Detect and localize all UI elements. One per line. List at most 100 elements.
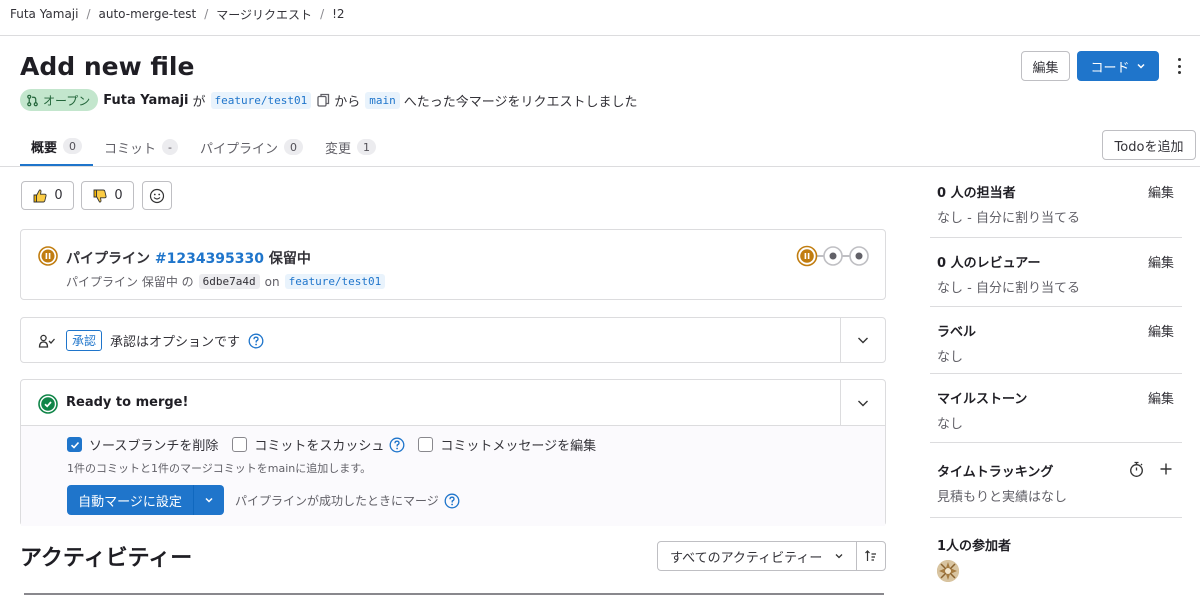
delete-source-branch-checkbox[interactable] bbox=[67, 437, 82, 452]
tab-overview[interactable]: 概要 0 bbox=[20, 128, 94, 166]
milestone-edit-link[interactable]: 編集 bbox=[1148, 388, 1174, 407]
sidebar-time-tracking: タイムトラッキング 見積もりと実績はなし bbox=[937, 461, 1182, 505]
source-branch[interactable]: feature/test01 bbox=[210, 91, 312, 109]
help-icon[interactable] bbox=[389, 437, 405, 453]
pipeline-label: パイプライン bbox=[66, 251, 150, 267]
activity-filter-label: すべてのアクティビティー bbox=[670, 550, 823, 566]
labels-title: ラベル bbox=[937, 325, 977, 340]
breadcrumb-separator: / bbox=[86, 7, 91, 21]
assign-yourself-link[interactable]: なし - 自分に割り当てる bbox=[937, 207, 1182, 226]
pipeline-branch[interactable]: feature/test01 bbox=[284, 274, 386, 289]
breadcrumb-separator: / bbox=[320, 7, 325, 21]
chevron-down-icon bbox=[858, 337, 868, 344]
stopwatch-icon[interactable] bbox=[1129, 461, 1144, 478]
sidebar-assignees: 0 人の担当者 編集 なし - 自分に割り当てる bbox=[937, 182, 1182, 226]
add-reaction-button[interactable] bbox=[142, 181, 172, 210]
pipeline-card: パイプライン #1234395330 保留中 パイプライン 保留中 の 6dbe… bbox=[20, 229, 886, 300]
sidebar-milestone: マイルストーン 編集 なし bbox=[937, 388, 1182, 432]
pipeline-stages[interactable] bbox=[796, 245, 872, 267]
merge-commit-note: 1件のコミットと1件のマージコミットをmainに追加します。 bbox=[67, 462, 372, 475]
approval-text: 承認はオプションです bbox=[110, 335, 241, 350]
squash-commits-label[interactable]: コミットをスカッシュ bbox=[254, 435, 384, 454]
activity-heading: アクティビティー bbox=[20, 546, 193, 571]
breadcrumb-separator: / bbox=[204, 7, 209, 21]
smiley-icon bbox=[149, 188, 165, 203]
tabs-divider bbox=[0, 166, 1200, 167]
activity-filter-dropdown[interactable]: すべてのアクティビティー bbox=[657, 541, 857, 571]
target-branch[interactable]: main bbox=[365, 91, 400, 109]
author-link[interactable]: Futa Yamaji bbox=[103, 93, 188, 108]
delete-source-branch-label[interactable]: ソースブランチを削除 bbox=[89, 435, 218, 454]
tab-count: - bbox=[162, 139, 179, 155]
edit-commit-message-checkbox[interactable] bbox=[418, 437, 434, 452]
participants-title: 1人の参加者 bbox=[937, 539, 1012, 554]
status-badge: オープン bbox=[20, 89, 99, 111]
sort-icon bbox=[865, 550, 876, 561]
copy-icon[interactable] bbox=[317, 93, 330, 107]
set-auto-merge-button[interactable]: 自動マージに設定 bbox=[67, 485, 194, 515]
thumbs-down-button[interactable]: 0 bbox=[81, 181, 134, 210]
sidebar-reviewers: 0 人のレビュアー 編集 なし - 自分に割り当てる bbox=[937, 252, 1182, 296]
edit-commit-message-label[interactable]: コミットメッセージを編集 bbox=[440, 435, 596, 454]
merge-status-title: Ready to merge! bbox=[66, 395, 189, 410]
edit-button[interactable]: 編集 bbox=[1021, 51, 1070, 81]
tab-pipelines[interactable]: パイプライン 0 bbox=[189, 128, 314, 166]
pipeline-details: パイプライン 保留中 の 6dbe7a4d on feature/test01 bbox=[66, 273, 386, 290]
approval-badge: 承認 bbox=[66, 330, 103, 351]
breadcrumb: Futa Yamaji / auto-merge-test / マージリクエスト… bbox=[10, 5, 345, 23]
tab-count: 0 bbox=[63, 138, 83, 154]
check-icon bbox=[70, 441, 79, 449]
auto-merge-note-text: パイプラインが成功したときにマージ bbox=[235, 494, 439, 508]
chevron-down-icon bbox=[205, 497, 213, 503]
approval-user-icon bbox=[38, 334, 55, 348]
pipeline-title: パイプライン #1234395330 保留中 bbox=[66, 248, 311, 268]
sidebar-divider bbox=[930, 373, 1182, 374]
pipeline-id-link[interactable]: #1234395330 bbox=[155, 251, 264, 267]
milestone-title: マイルストーン bbox=[937, 392, 1028, 407]
chevron-down-icon bbox=[835, 554, 843, 559]
code-dropdown-button[interactable]: コード bbox=[1077, 51, 1159, 81]
chevron-down-icon bbox=[858, 400, 868, 406]
breadcrumb-mr-id[interactable]: !2 bbox=[332, 7, 344, 21]
pipeline-pending-icon[interactable] bbox=[38, 246, 58, 266]
more-actions-icon[interactable] bbox=[1172, 56, 1186, 76]
add-icon[interactable] bbox=[1159, 462, 1173, 476]
time-tracking-value: 見積もりと実績はなし bbox=[937, 490, 1068, 505]
tab-commits[interactable]: コミット - bbox=[93, 128, 189, 166]
labels-edit-link[interactable]: 編集 bbox=[1148, 321, 1174, 340]
breadcrumb-user[interactable]: Futa Yamaji bbox=[10, 7, 78, 21]
sidebar-divider bbox=[930, 237, 1182, 238]
auto-merge-dropdown-toggle[interactable] bbox=[194, 485, 224, 515]
breadcrumb-project[interactable]: auto-merge-test bbox=[99, 7, 197, 21]
sidebar-divider bbox=[930, 306, 1182, 307]
status-text-by: が bbox=[192, 94, 206, 110]
help-icon[interactable] bbox=[248, 333, 264, 349]
thumbs-up-button[interactable]: 0 bbox=[21, 181, 74, 210]
assign-reviewer-yourself-link[interactable]: なし - 自分に割り当てる bbox=[937, 277, 1182, 296]
auto-merge-split-button: 自動マージに設定 bbox=[67, 485, 224, 515]
sidebar-participants: 1人の参加者 bbox=[937, 535, 1182, 554]
breadcrumb-merge-requests[interactable]: マージリクエスト bbox=[216, 6, 312, 23]
participant-avatar[interactable] bbox=[937, 560, 959, 582]
labels-value: なし bbox=[937, 350, 964, 365]
mr-tabs: 概要 0 コミット - パイプライン 0 変更 1 bbox=[20, 128, 387, 166]
reviewers-edit-link[interactable]: 編集 bbox=[1148, 252, 1174, 271]
sort-direction-button[interactable] bbox=[856, 541, 886, 571]
merge-expand-button[interactable] bbox=[840, 380, 885, 425]
time-tracking-title: タイムトラッキング bbox=[937, 465, 1054, 480]
success-check-icon bbox=[38, 394, 58, 414]
assignees-edit-link[interactable]: 編集 bbox=[1148, 182, 1174, 201]
assignees-title: 0 人の担当者 bbox=[937, 186, 1016, 201]
approval-expand-button[interactable] bbox=[840, 318, 885, 362]
sidebar-divider bbox=[930, 517, 1182, 518]
page-title: Add new file bbox=[20, 52, 195, 81]
code-button-label: コード bbox=[1090, 60, 1130, 76]
commit-sha[interactable]: 6dbe7a4d bbox=[198, 274, 260, 289]
status-text-suffix: へたった今マージをリクエストしました bbox=[403, 94, 638, 110]
add-todo-button[interactable]: Todoを追加 bbox=[1102, 130, 1196, 160]
squash-commits-checkbox[interactable] bbox=[232, 437, 248, 452]
tab-label: コミット bbox=[104, 141, 157, 157]
merge-widget-header: Ready to merge! bbox=[21, 380, 885, 426]
tab-changes[interactable]: 変更 1 bbox=[314, 128, 387, 166]
help-icon[interactable] bbox=[444, 493, 460, 509]
